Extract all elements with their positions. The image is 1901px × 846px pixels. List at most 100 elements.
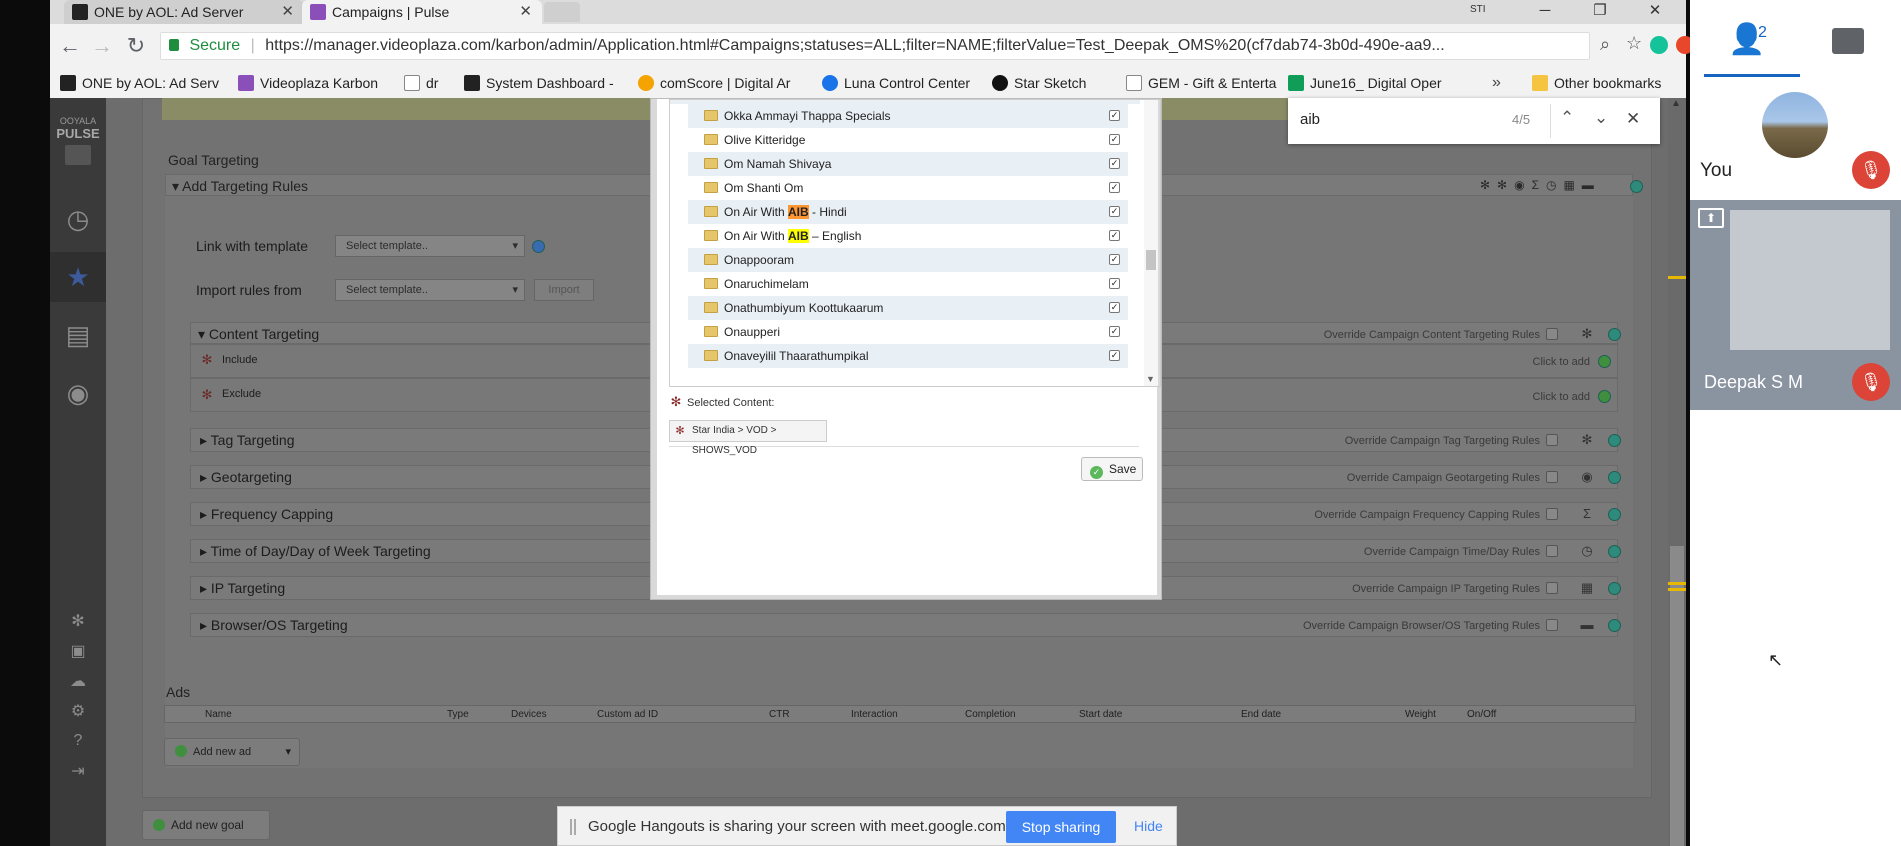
scroll-up-icon[interactable]: ▲ [1669,98,1683,112]
close-window-icon[interactable]: ✕ [1635,0,1675,24]
browser-os-label[interactable]: ▸ Browser/OS Targeting [200,617,348,634]
import-template-select[interactable]: Select template.. ▾ [335,279,525,301]
bookmark-item[interactable]: GEM - Gift & Enterta [1124,68,1276,98]
tab-campaigns[interactable]: Campaigns | Pulse ✕ [302,0,542,24]
help-icon[interactable] [1608,434,1621,447]
minimize-icon[interactable]: ─ [1525,0,1565,24]
maximize-icon[interactable]: ❐ [1580,0,1620,24]
stop-sharing-button[interactable]: Stop sharing [1006,811,1116,843]
tree-item[interactable]: Onaveyilil Thaarathumpikal ✓ [688,344,1128,368]
time-override-checkbox[interactable] [1546,545,1558,557]
help-icon[interactable] [1608,619,1621,632]
include-click-to-add[interactable]: Click to add [1490,356,1590,368]
settings-gear-icon[interactable]: ⚙ [50,696,106,726]
new-tab-button[interactable] [544,2,580,22]
item-checkbox[interactable]: ✓ [1109,350,1120,361]
tree-item[interactable]: Onaruchimelam ✓ [688,272,1128,296]
help-icon[interactable] [1608,508,1621,521]
back-icon[interactable]: ← [56,32,84,60]
zoom-icon[interactable]: ⌕ [1600,34,1610,55]
tag-targeting-label[interactable]: ▸ Tag Targeting [200,432,294,449]
geo-override-checkbox[interactable] [1546,471,1558,483]
tree-item[interactable]: Okka Ammayi Thappa Specials ✓ [688,104,1128,128]
add-include-icon[interactable] [1598,355,1611,368]
chevron-down-icon[interactable]: ▾ [285,739,291,765]
scroll-down-icon[interactable]: ▼ [1146,374,1155,384]
item-checkbox[interactable]: ✓ [1109,230,1120,241]
content-override-checkbox[interactable] [1546,328,1558,340]
drag-handle-icon[interactable] [570,819,576,835]
frequency-override-checkbox[interactable] [1546,508,1558,520]
bookmark-item[interactable]: ONE by AOL: Ad Serv [58,68,219,98]
item-checkbox[interactable]: ✓ [1109,254,1120,265]
item-checkbox[interactable]: ✓ [1109,134,1120,145]
bookmark-item[interactable]: System Dashboard - [462,68,614,98]
import-button[interactable]: Import [534,279,594,301]
time-day-label[interactable]: ▸ Time of Day/Day of Week Targeting [200,543,431,560]
item-checkbox[interactable]: ✓ [1109,182,1120,193]
browser-override-checkbox[interactable] [1546,619,1558,631]
other-bookmarks[interactable]: Other bookmarks [1530,68,1661,98]
mic-muted-icon[interactable]: 🎙 [1852,363,1890,401]
cloud-icon[interactable]: ☁ [50,666,106,696]
inventory-icon[interactable]: ✻ [50,606,106,636]
bookmark-item[interactable]: comScore | Digital Ar [636,68,790,98]
campaigns-star-icon[interactable]: ★ [50,252,106,302]
page-scrollbar-thumb[interactable] [1670,546,1684,846]
close-tab-icon[interactable]: ✕ [519,0,532,24]
geotargeting-label[interactable]: ▸ Geotargeting [200,469,292,486]
tree-scrollbar-thumb[interactable] [1146,250,1156,270]
find-close-icon[interactable]: ✕ [1626,109,1640,129]
help-icon[interactable]: ? [50,726,106,756]
help-icon[interactable] [1608,545,1621,558]
ip-targeting-label[interactable]: ▸ IP Targeting [200,580,285,597]
bookmark-item[interactable]: dr [402,68,438,98]
item-checkbox[interactable]: ✓ [1109,206,1120,217]
grammarly-icon[interactable] [1650,36,1668,54]
add-exclude-icon[interactable] [1598,390,1611,403]
reports-icon[interactable]: ▤ [50,310,106,360]
link-template-select[interactable]: Select template.. ▾ [335,235,525,257]
tree-item[interactable]: Onaupperi ✓ [688,320,1128,344]
help-icon[interactable] [1608,471,1621,484]
tree-item[interactable]: On Air With AIB - Hindi ✓ [688,200,1128,224]
preview-eye-icon[interactable]: ◉ [50,368,106,418]
tree-item[interactable]: Olive Kitteridge ✓ [688,128,1128,152]
mic-muted-icon[interactable]: 🎙 [1852,151,1890,189]
address-bar[interactable]: Secure | https://manager.videoplaza.com/… [160,32,1590,60]
add-new-ad-button[interactable]: Add new ad ▾ [164,738,300,766]
item-checkbox[interactable]: ✓ [1109,110,1120,121]
profile-badge[interactable]: STI [1470,4,1486,15]
help-icon[interactable] [1608,328,1621,341]
help-icon[interactable] [532,240,545,253]
contacts-icon[interactable]: ▣ [50,636,106,666]
dashboard-icon[interactable]: ◷ [50,194,106,244]
bookmark-item[interactable]: Videoplaza Karbon [236,68,378,98]
bookmark-item[interactable]: Star Sketch [990,68,1086,98]
tree-item[interactable]: Om Namah Shivaya ✓ [688,152,1128,176]
find-next-icon[interactable]: ⌄ [1594,108,1608,128]
bookmarks-overflow[interactable]: » [1492,68,1501,98]
forward-icon[interactable]: → [88,32,116,60]
help-icon[interactable] [1608,582,1621,595]
reload-icon[interactable]: ↻ [122,32,150,60]
tree-item[interactable]: Onappooram ✓ [688,248,1128,272]
tree-item[interactable]: On Air With AIB – English ✓ [688,224,1128,248]
content-targeting-label[interactable]: ▾ Content Targeting [198,326,319,343]
item-checkbox[interactable]: ✓ [1109,158,1120,169]
find-previous-icon[interactable]: ⌃ [1560,108,1574,128]
exclude-click-to-add[interactable]: Click to add [1490,391,1590,403]
add-targeting-rules-label[interactable]: ▾ Add Targeting Rules [172,178,308,195]
item-checkbox[interactable]: ✓ [1109,302,1120,313]
bookmark-item[interactable]: Luna Control Center [820,68,970,98]
tab-aol[interactable]: ONE by AOL: Ad Server ✕ [64,0,304,24]
help-icon[interactable] [1630,180,1643,193]
tree-scrollbar[interactable] [1144,100,1158,386]
add-new-goal-button[interactable]: Add new goal [142,810,270,840]
chat-icon[interactable] [1832,28,1864,54]
tree-item[interactable]: Om Shanti Om ✓ [688,176,1128,200]
frequency-capping-label[interactable]: ▸ Frequency Capping [200,506,333,523]
ip-override-checkbox[interactable] [1546,582,1558,594]
logout-icon[interactable]: ⇥ [50,756,106,786]
selected-content-chip[interactable]: ✻ Star India > VOD > SHOWS_VOD [669,420,827,456]
